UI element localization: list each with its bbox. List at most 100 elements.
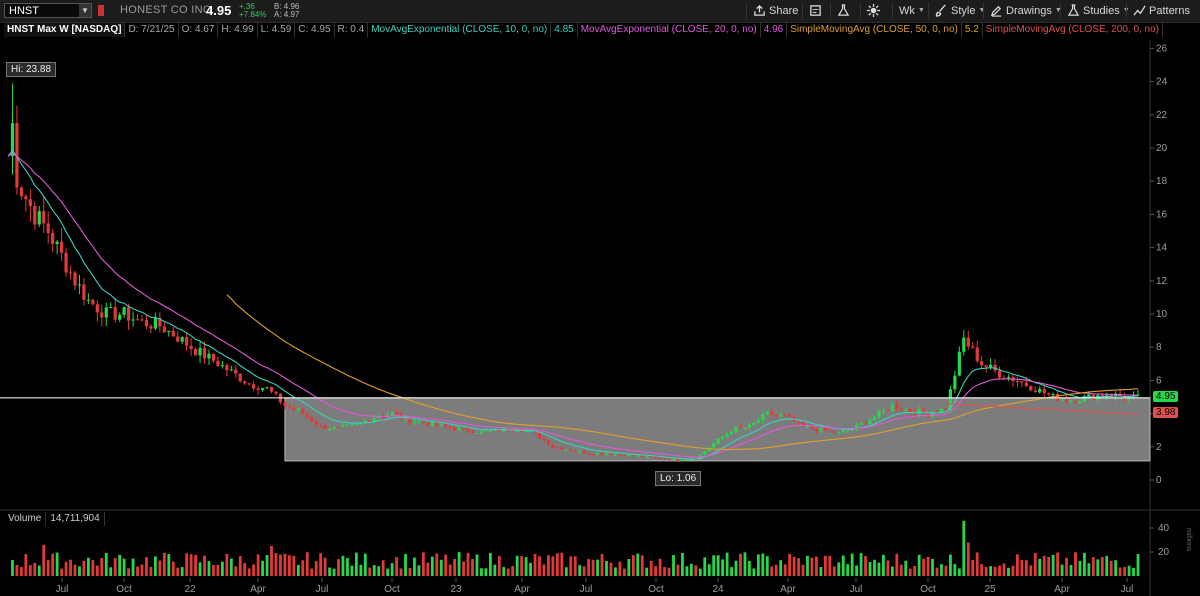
studies-button[interactable]: Studies ▼: [1060, 2, 1130, 19]
candle-body: [283, 402, 287, 406]
aggregation-button[interactable]: Wk ▼: [892, 2, 925, 19]
candle-body: [95, 304, 99, 313]
candle-body: [265, 387, 269, 389]
volume-bar: [975, 552, 979, 576]
candle-body: [738, 427, 743, 429]
volume-bar: [292, 555, 296, 576]
candle-body: [350, 424, 354, 426]
volume-bar: [64, 561, 68, 576]
symbol-input[interactable]: HNST ▼: [4, 3, 92, 18]
settings-button[interactable]: [860, 2, 880, 19]
study-sma200[interactable]: SimpleMovingAvg (CLOSE, 200, 0, no): [983, 23, 1164, 37]
volume-bar: [37, 565, 41, 576]
candle-body: [957, 351, 961, 376]
price-tick-label: 0: [1156, 475, 1162, 486]
candle-body: [323, 425, 327, 430]
candle-body: [198, 348, 202, 356]
candle-body: [703, 451, 707, 455]
candle-body: [810, 426, 814, 429]
candle-body: [752, 422, 756, 425]
price-tick-label: 20: [1156, 143, 1168, 154]
volume-bar: [413, 557, 416, 576]
volume-bar: [841, 555, 845, 576]
candle-body: [126, 307, 131, 321]
candle-body: [390, 412, 394, 416]
candle-body: [37, 211, 41, 225]
volume-bar: [573, 556, 577, 576]
price-chart[interactable]: 02468101214161820222426 2040 JulOct22Apr…: [0, 40, 1200, 596]
study-ema10-value: 4.85: [551, 23, 578, 37]
candle-body: [631, 454, 635, 457]
chevron-down-icon[interactable]: ▼: [79, 4, 91, 17]
volume-bar: [69, 559, 72, 576]
candle-body: [167, 330, 171, 333]
price-tick-label: 6: [1156, 375, 1162, 386]
candle-body: [591, 454, 595, 456]
candle-body: [118, 314, 122, 320]
study-sma50[interactable]: SimpleMovingAvg (CLOSE, 50, 0, no): [787, 23, 962, 37]
volume-bar: [1065, 557, 1068, 576]
candle-body: [890, 404, 894, 411]
candle-body: [247, 383, 251, 385]
candle-body: [162, 326, 166, 333]
volume-bar: [734, 560, 738, 576]
low-marker: Lo: 1.06: [655, 471, 702, 486]
volume-bar: [649, 560, 653, 576]
volume-bar: [91, 560, 95, 576]
volume-bar: [730, 567, 733, 576]
volume-bar: [712, 555, 716, 576]
flask-button[interactable]: [830, 2, 850, 19]
share-button[interactable]: Share: [746, 2, 798, 19]
candle-body: [667, 459, 671, 461]
volume-bar: [698, 568, 702, 576]
patterns-button[interactable]: Patterns: [1126, 2, 1190, 19]
candle-body: [1069, 401, 1073, 403]
notes-button[interactable]: [802, 2, 822, 19]
volume-bar: [203, 555, 206, 576]
candle-body: [1047, 393, 1051, 395]
volume-bar: [609, 562, 613, 576]
candle-body: [1078, 401, 1082, 403]
candle-body: [461, 428, 466, 430]
volume-title[interactable]: Volume: [4, 512, 47, 526]
volume-bar: [520, 556, 524, 576]
drawings-button[interactable]: Drawings ▼: [983, 2, 1062, 19]
candle-body: [453, 427, 457, 431]
study-ema20[interactable]: MovAvgExponential (CLOSE, 20, 0, no): [578, 23, 761, 37]
price-tick-label: 24: [1156, 77, 1168, 88]
candle-body: [564, 449, 568, 451]
candle-body: [886, 410, 890, 412]
candle-body: [287, 405, 291, 408]
volume-bar: [953, 564, 957, 576]
volume-tick-label: 40: [1158, 523, 1170, 534]
candle-body: [783, 414, 787, 416]
volume-bar: [864, 555, 867, 576]
study-ema10[interactable]: MovAvgExponential (CLOSE, 10, 0, no): [368, 23, 552, 37]
candle-body: [216, 360, 220, 367]
volume-bar: [363, 553, 367, 576]
style-button[interactable]: Style ▼: [928, 2, 985, 19]
volume-bar: [46, 560, 50, 576]
volume-bar: [663, 567, 666, 576]
volume-bar: [341, 555, 345, 576]
volume-bar: [538, 556, 541, 576]
volume-bar: [873, 559, 876, 576]
volume-bar: [261, 560, 264, 576]
volume-bar: [279, 554, 282, 576]
chart-title[interactable]: HNST Max W [NASDAQ]: [4, 23, 126, 37]
candle-body: [28, 199, 32, 206]
flag-icon[interactable]: [98, 5, 104, 16]
legend-range: R: 0.4: [335, 23, 369, 37]
candle-body: [336, 426, 341, 428]
candle-body: [46, 223, 50, 233]
candle-body: [654, 457, 658, 459]
volume-bar: [890, 566, 894, 576]
volume-bar: [19, 567, 23, 576]
volume-bar: [1069, 565, 1073, 576]
candle-body: [310, 417, 314, 422]
volume-bar: [1011, 565, 1015, 576]
volume-bar: [850, 553, 854, 576]
candle-body: [819, 428, 823, 432]
volume-bar: [931, 558, 934, 576]
volume-bar: [212, 564, 215, 576]
